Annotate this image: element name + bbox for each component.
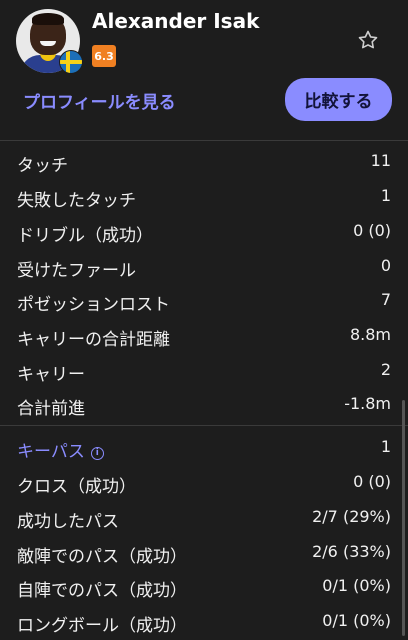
stat-value: 1 [380,186,391,205]
key-pass-label[interactable]: キーパス i [17,437,104,462]
stat-value: 8.8m [349,325,391,344]
section-divider [0,425,408,426]
avatar-hair [32,13,64,25]
stat-value: 0/1 (0%) [322,576,391,595]
info-icon[interactable]: i [90,447,104,460]
stat-label: ドリブル（成功） [17,226,153,246]
stat-value: -1.8m [344,394,391,413]
stat-value: 11 [370,151,391,170]
stat-value: 0 [380,256,391,275]
stat-value: 0 (0) [353,472,391,491]
stat-row: ロングボール（成功） 0/1 (0%) [0,603,408,637]
stat-row: 合計前進 -1.8m [0,386,408,420]
scrollbar[interactable] [402,400,405,636]
stat-row: キャリーの合計距離 8.8m [0,317,408,351]
stat-label: キーパス [17,442,85,462]
avatar-smile [40,41,56,46]
rating-badge: 6.3 [92,45,116,67]
stat-label: クロス（成功） [17,477,136,497]
stat-row: クロス（成功） 0 (0) [0,464,408,498]
stat-label: 合計前進 [17,399,85,419]
view-profile-link[interactable]: プロフィールを見る [23,88,176,113]
stat-label: キャリー [17,365,85,385]
compare-button[interactable]: 比較する [285,78,392,121]
sweden-flag-icon [59,50,83,74]
stat-label: 自陣でのパス（成功） [17,581,187,601]
stat-label: 失敗したタッチ [17,191,136,211]
stat-value: 0/1 (0%) [322,611,391,630]
stat-value: 2 [380,360,391,379]
stat-row: ポゼッションロスト 7 [0,282,408,316]
stat-value: 7 [380,290,391,309]
star-icon[interactable] [356,28,380,52]
stat-row[interactable]: キーパス i 1 [0,429,408,463]
stat-row: 自陣でのパス（成功） 0/1 (0%) [0,568,408,602]
stat-value: 1 [380,437,391,456]
stat-label: ポゼッションロスト [17,295,170,315]
stat-row: ドリブル（成功） 0 (0) [0,213,408,247]
stat-label: ロングボール（成功） [17,616,187,636]
stat-row: タッチ 11 [0,143,408,177]
stat-label: 敵陣でのパス（成功） [17,547,187,567]
stat-label: キャリーの合計距離 [17,330,170,350]
stat-value: 2/7 (29%) [312,507,391,526]
player-header: Alexander Isak 6.3 プロフィールを見る 比較する [0,0,408,140]
stat-row: キャリー 2 [0,352,408,386]
stat-row: 受けたファール 0 [0,248,408,282]
stat-label: 受けたファール [17,261,136,281]
stat-row: 敵陣でのパス（成功） 2/6 (33%) [0,534,408,568]
stat-row: 失敗したタッチ 1 [0,178,408,212]
stat-row: 成功したパス 2/7 (29%) [0,499,408,533]
stat-label: 成功したパス [17,512,119,532]
stat-label: タッチ [17,156,68,176]
header-divider [0,140,408,141]
stat-value: 0 (0) [353,221,391,240]
player-name: Alexander Isak [92,9,260,33]
stat-value: 2/6 (33%) [312,542,391,561]
